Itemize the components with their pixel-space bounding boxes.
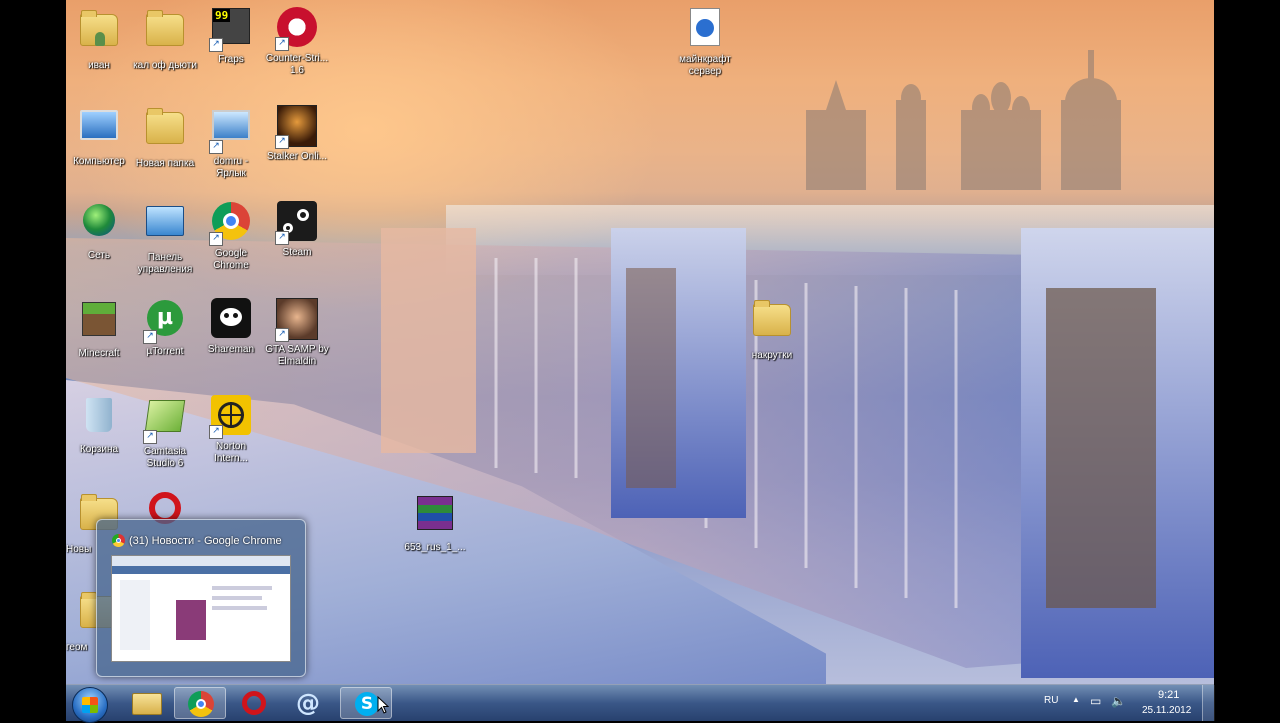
desktop-icon-label: майнкрафт сервер	[679, 54, 731, 77]
desktop-icon-norton[interactable]: ↗ Norton Intern...	[198, 394, 264, 465]
desktop-icon-gta-samp[interactable]: ↗ GTA SAMP by Elmaldin	[264, 297, 330, 368]
desktop-icon-ivan[interactable]: иван	[66, 6, 132, 72]
shortcut-arrow-icon: ↗	[209, 140, 223, 154]
desktop-icon-camtasia[interactable]: ↗ Camtasia Studio 6	[132, 394, 198, 470]
desktop-icon-nakrutki[interactable]: накрутки	[739, 296, 805, 362]
document-file-icon	[690, 8, 720, 46]
clock-time[interactable]: 9:21	[1158, 689, 1179, 701]
taskbar-mail-button[interactable]: @	[282, 687, 334, 719]
desktop-icon-label: Сеть	[87, 250, 111, 261]
desktop-icon-recycle-bin[interactable]: Корзина	[66, 394, 132, 456]
shortcut-arrow-icon: ↗	[143, 330, 157, 344]
desktop-icon-label: 653_rus_1_...	[404, 542, 466, 553]
desktop-icon-winrar-archive[interactable]: 653_rus_1_...	[402, 492, 468, 554]
desktop-icon-label: GTA SAMP by Elmaldin	[265, 344, 329, 367]
window-preview-image[interactable]	[111, 555, 291, 662]
chrome-icon	[112, 534, 125, 547]
shortcut-arrow-icon: ↗	[275, 37, 289, 51]
taskbar-opera-button[interactable]	[228, 687, 280, 719]
network-computers-icon	[212, 110, 250, 140]
camtasia-icon	[144, 400, 186, 432]
desktop-icon-label: Counter-Stri... 1.6	[265, 53, 329, 76]
network-globe-icon	[83, 204, 115, 236]
folder-icon	[146, 10, 184, 46]
desktop-icon-label: Панель управления	[137, 252, 193, 275]
folder-explorer-icon	[132, 693, 162, 715]
show-desktop-button[interactable]	[1202, 685, 1215, 721]
recycle-bin-icon	[86, 398, 112, 432]
desktop-icon-stalker-online[interactable]: ↗ Stalker Onli...	[264, 104, 330, 163]
desktop-icon-counter-strike[interactable]: ↗ Counter-Stri... 1.6	[264, 6, 330, 77]
language-indicator[interactable]: RU	[1044, 695, 1058, 706]
mail-at-icon: @	[296, 689, 320, 717]
desktop-icon-label: Norton Intern...	[214, 441, 248, 464]
folder-icon	[146, 108, 184, 144]
desktop-icon-label: Корзина	[79, 444, 119, 455]
desktop-icon-shareman[interactable]: Shareman	[198, 297, 264, 356]
shortcut-arrow-icon: ↗	[275, 135, 289, 149]
desktop-icon-label: Camtasia Studio 6	[143, 446, 187, 469]
desktop-icon-label: Shareman	[207, 344, 255, 355]
mouse-cursor-icon	[377, 696, 389, 714]
minecraft-icon	[82, 302, 116, 336]
folder-icon	[753, 300, 791, 336]
shortcut-arrow-icon: ↗	[275, 328, 289, 342]
desktop-icon-label: Stalker Onli...	[266, 151, 328, 162]
shortcut-arrow-icon: ↗	[209, 38, 223, 52]
desktop-icon-computer[interactable]: Компьютер	[66, 104, 132, 168]
shortcut-arrow-icon: ↗	[209, 232, 223, 246]
taskbar-thumbnail-preview[interactable]: (31) Новости - Google Chrome	[96, 519, 306, 677]
taskbar: @ S RU ▲ ▭ 🔈 9:21 25.11.2012	[66, 684, 1215, 723]
desktop-icon-minecraft-server[interactable]: майнкрафт сервер	[672, 6, 738, 78]
taskbar-explorer-button[interactable]	[120, 687, 172, 719]
desktop-icon-domru[interactable]: ↗ domru - Ярлык	[198, 104, 264, 180]
clock-date[interactable]: 25.11.2012	[1142, 705, 1191, 716]
network-tray-icon[interactable]: ▭	[1090, 694, 1101, 708]
user-icon	[95, 32, 105, 46]
desktop-icon-label: Fraps	[218, 54, 244, 65]
desktop-icon-label: Google Chrome	[213, 248, 249, 271]
desktop-icon-network[interactable]: Сеть	[66, 200, 132, 262]
computer-icon	[80, 110, 118, 140]
desktop-icon-new-folder[interactable]: Новая папка	[132, 104, 198, 170]
desktop-icon-call-of-duty[interactable]: кал оф дьюти	[132, 6, 198, 72]
desktop-icon-fraps[interactable]: 99 ↗ Fraps	[198, 6, 264, 66]
control-panel-icon	[146, 206, 184, 236]
desktop-icon-label: Steam	[282, 247, 312, 258]
desktop-icon-label: µTorrent	[146, 346, 184, 357]
desktop-icon-label: Minecraft	[78, 348, 120, 359]
shortcut-arrow-icon: ↗	[143, 430, 157, 444]
desktop-icon-label: Компьютер	[73, 156, 125, 167]
desktop-icon-label: кал оф дьюти	[133, 60, 197, 71]
thumbnail-title: (31) Новости - Google Chrome	[129, 535, 282, 547]
windows-logo-icon	[82, 697, 98, 713]
desktop-icon-label: иван	[88, 60, 110, 71]
desktop-icon-label: domru - Ярлык	[213, 156, 249, 179]
wallpaper-skyline	[806, 50, 1121, 190]
desktop-icon-minecraft[interactable]: Minecraft	[66, 297, 132, 360]
show-hidden-icons-arrow-icon[interactable]: ▲	[1072, 695, 1080, 704]
desktop-icon-google-chrome[interactable]: ↗ Google Chrome	[198, 200, 264, 272]
shareman-icon	[211, 298, 251, 338]
chrome-icon	[188, 691, 214, 717]
desktop-icon-utorrent[interactable]: µ ↗ µTorrent	[132, 297, 198, 358]
desktop-icon-label: накрутки	[751, 350, 793, 361]
desktop-icon-steam[interactable]: ↗ Steam	[264, 200, 330, 259]
volume-tray-icon[interactable]: 🔈	[1111, 694, 1126, 708]
skype-icon: S	[355, 692, 379, 716]
opera-icon	[242, 691, 266, 715]
winrar-archive-icon	[417, 496, 453, 530]
fraps-badge: 99	[213, 9, 231, 22]
desktop-icon-control-panel[interactable]: Панель управления	[132, 200, 198, 276]
shortcut-arrow-icon: ↗	[275, 231, 289, 245]
shortcut-arrow-icon: ↗	[209, 425, 223, 439]
start-button[interactable]	[72, 687, 108, 723]
desktop-icon-label: Новая папка	[135, 158, 195, 169]
taskbar-chrome-button[interactable]	[174, 687, 226, 719]
